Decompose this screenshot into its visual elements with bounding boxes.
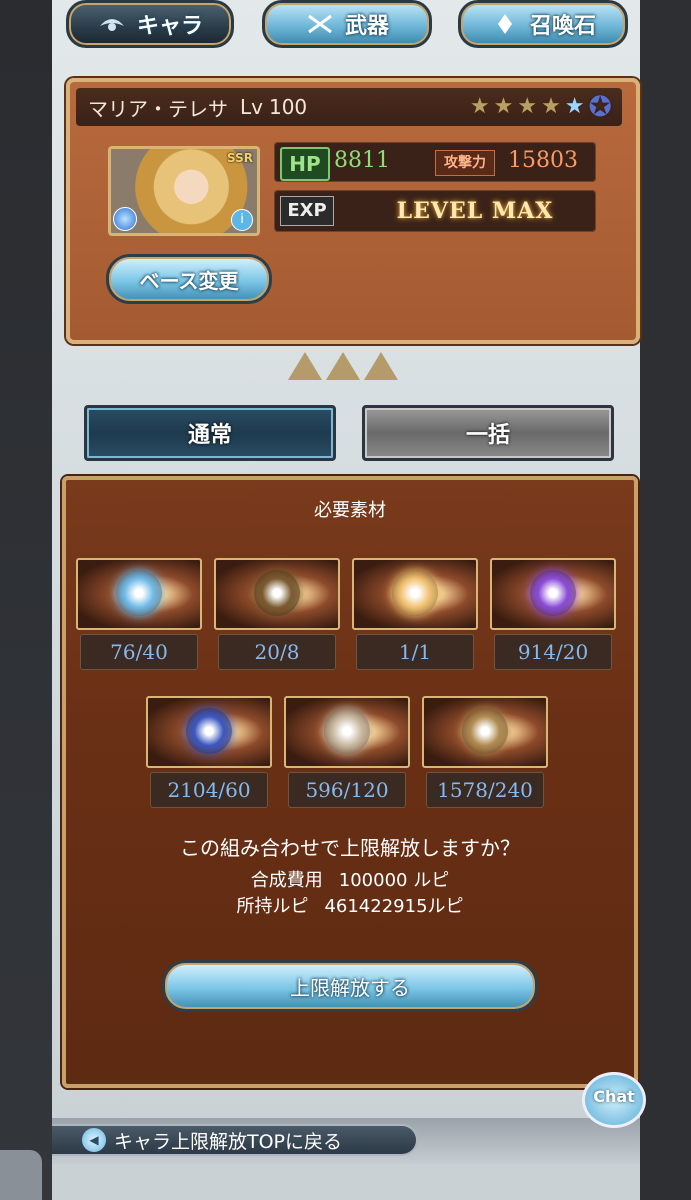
element-icon <box>113 207 137 231</box>
back-label: キャラ上限解放TOPに戻る <box>114 1130 343 1153</box>
material-icon <box>422 696 548 768</box>
material-orb <box>392 570 438 616</box>
owned-line: 所持ルピ 461422915ルピ <box>66 892 634 918</box>
material-item[interactable]: 1/1 <box>352 558 478 670</box>
material-icon <box>76 558 202 630</box>
exp-label: EXP <box>280 196 334 226</box>
material-item[interactable]: 20/8 <box>214 558 340 670</box>
main-panel: キャラ 武器 召喚石 マリア・テレサ Lv 100 ★ ★ ★ ★ ★ ✪ SS… <box>52 0 646 1200</box>
tab-summon[interactable]: 召喚石 <box>458 0 628 48</box>
tab-chara-label: キャラ <box>136 14 203 39</box>
bulk-mode-button[interactable]: 一括 <box>362 405 614 461</box>
left-gutter <box>0 0 52 1200</box>
info-icon[interactable]: i <box>231 209 253 231</box>
material-count: 596/120 <box>288 772 406 808</box>
material-item[interactable]: 76/40 <box>76 558 202 670</box>
triangle-icon <box>288 352 322 380</box>
material-orb <box>254 570 300 616</box>
materials-panel: 必要素材 76/40 20/8 1/1 914/20 2104/60 596/1… <box>62 476 638 1088</box>
attack-value: 15803 <box>508 148 578 173</box>
material-icon <box>284 696 410 768</box>
cost-line: 合成費用 100000 ルピ <box>66 866 634 892</box>
star-icon: ★ <box>541 94 561 119</box>
level-max-text: LEVEL MAX <box>396 198 554 224</box>
material-orb <box>530 570 576 616</box>
right-gutter <box>640 0 691 1200</box>
material-count: 1/1 <box>356 634 474 670</box>
level-label: Lv <box>240 95 263 119</box>
back-to-top-button[interactable]: ◀ キャラ上限解放TOPに戻る <box>52 1124 418 1156</box>
material-count: 76/40 <box>80 634 198 670</box>
normal-mode-button[interactable]: 通常 <box>84 405 336 461</box>
character-name: マリア・テレサ <box>88 96 228 121</box>
star-icon: ★ <box>564 94 585 119</box>
base-change-button[interactable]: ベース変更 <box>106 254 272 304</box>
star-icon: ★ <box>517 94 538 119</box>
character-card: マリア・テレサ Lv 100 ★ ★ ★ ★ ★ ✪ SSR i HP 8811… <box>66 78 640 344</box>
chara-icon <box>99 19 124 31</box>
material-count: 20/8 <box>218 634 336 670</box>
tab-weapon[interactable]: 武器 <box>262 0 432 48</box>
tab-weapon-label: 武器 <box>344 14 389 39</box>
cost-label: 合成費用 <box>250 870 323 891</box>
material-item[interactable]: 596/120 <box>284 696 410 808</box>
hp-label: HP <box>280 147 330 181</box>
material-icon <box>490 558 616 630</box>
back-bar: ◀ キャラ上限解放TOPに戻る <box>52 1118 640 1164</box>
star-icon: ★ <box>469 94 490 119</box>
required-materials-title: 必要素材 <box>314 500 386 521</box>
material-orb <box>462 708 508 754</box>
hp-value: 8811 <box>334 148 390 173</box>
material-item[interactable]: 1578/240 <box>422 696 548 808</box>
level-value: 100 <box>268 95 308 119</box>
floating-widget[interactable] <box>0 1150 42 1200</box>
owned-value: 461422915ルピ <box>324 896 464 917</box>
material-count: 914/20 <box>494 634 612 670</box>
confirm-question: この組み合わせで上限解放しますか？ <box>180 836 520 860</box>
back-arrow-icon: ◀ <box>82 1128 106 1152</box>
material-icon <box>214 558 340 630</box>
material-item[interactable]: 914/20 <box>490 558 616 670</box>
material-orb <box>186 708 232 754</box>
material-icon <box>352 558 478 630</box>
rarity-badge: SSR <box>227 151 253 165</box>
chat-button[interactable]: Chat <box>582 1072 646 1128</box>
summon-stone-icon <box>497 14 512 34</box>
weapon-icon <box>308 14 332 34</box>
character-name-bar: マリア・テレサ Lv 100 ★ ★ ★ ★ ★ ✪ <box>76 88 622 126</box>
owned-label: 所持ルピ <box>236 896 309 917</box>
material-item[interactable]: 2104/60 <box>146 696 272 808</box>
tab-summon-label: 召喚石 <box>529 14 596 39</box>
material-icon <box>146 696 272 768</box>
material-count: 1578/240 <box>426 772 544 808</box>
transcend-star-icon: ✪ <box>588 90 612 123</box>
uncap-indicator <box>288 352 398 380</box>
triangle-icon <box>364 352 398 380</box>
character-portrait[interactable]: SSR i <box>108 146 260 236</box>
tab-chara[interactable]: キャラ <box>66 0 234 48</box>
material-count: 2104/60 <box>150 772 268 808</box>
attack-label: 攻撃力 <box>435 150 495 176</box>
triangle-icon <box>326 352 360 380</box>
uncap-stars: ★ ★ ★ ★ ★ ✪ <box>469 90 612 123</box>
uncap-button[interactable]: 上限解放する <box>162 960 538 1012</box>
material-orb <box>116 570 162 616</box>
bottom-strip <box>52 1164 640 1200</box>
cost-value: 100000 ルピ <box>338 870 450 891</box>
star-icon: ★ <box>493 94 514 119</box>
material-orb <box>324 708 370 754</box>
